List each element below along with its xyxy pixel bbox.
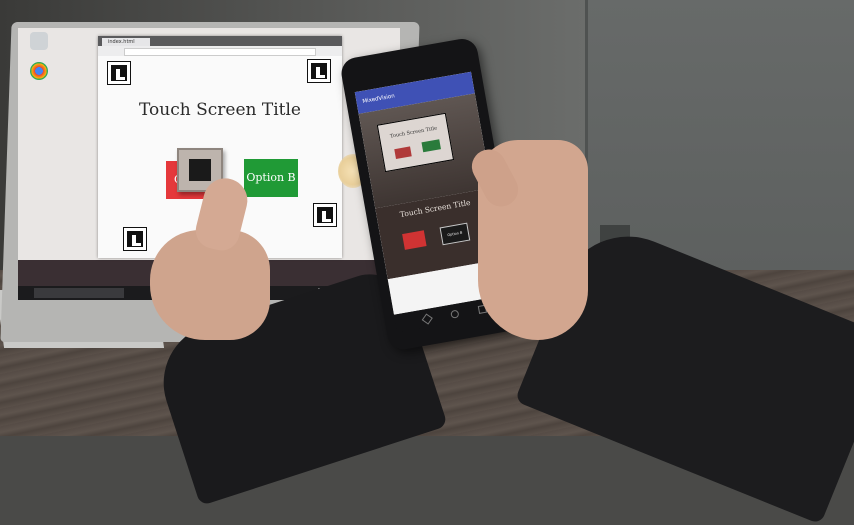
- recycle-bin-icon[interactable]: [30, 32, 48, 50]
- captured-screen: Touch Screen Title: [376, 112, 455, 173]
- page-title: Touch Screen Title: [139, 100, 301, 120]
- chrome-icon[interactable]: [30, 62, 48, 80]
- fiducial-marker-top-right: [307, 59, 331, 83]
- browser-tab[interactable]: index.html: [102, 38, 150, 46]
- marker-glyph: [132, 243, 141, 246]
- fiducial-marker-top-left: [107, 61, 131, 85]
- marker-glyph: [316, 75, 325, 78]
- back-icon[interactable]: [421, 313, 433, 325]
- captured-option-a: [394, 146, 412, 160]
- overlay-option-a[interactable]: [402, 230, 427, 250]
- fiducial-marker-bottom-right: [313, 203, 337, 227]
- option-b-button[interactable]: Option B: [244, 159, 298, 197]
- overlay-option-b[interactable]: Option B: [439, 222, 471, 246]
- fiducial-marker-bottom-left: [123, 227, 147, 251]
- home-icon[interactable]: [450, 309, 460, 319]
- tangible-marker-glyph: [189, 159, 211, 181]
- marker-glyph: [116, 77, 125, 80]
- taskbar-search-box[interactable]: [34, 288, 124, 298]
- marker-glyph: [322, 219, 331, 222]
- captured-option-b: [421, 139, 441, 153]
- address-bar[interactable]: [124, 48, 316, 56]
